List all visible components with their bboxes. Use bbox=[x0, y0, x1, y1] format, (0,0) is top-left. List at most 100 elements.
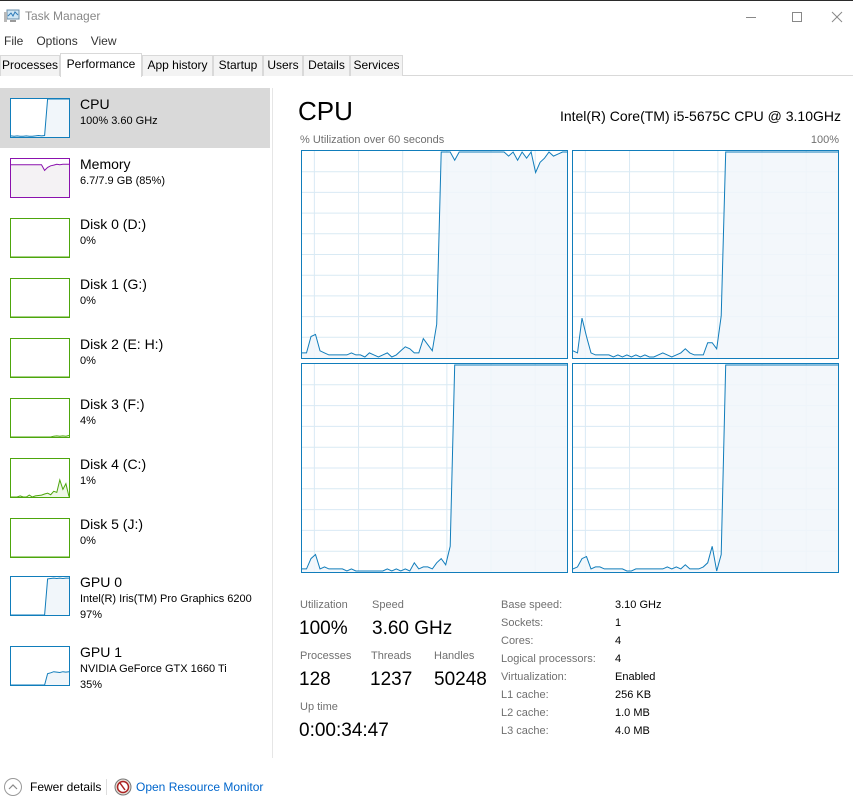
graph-max-label: 100% bbox=[810, 134, 839, 146]
tab-bar: Processes Performance App history Startu… bbox=[0, 53, 853, 77]
sidebar-item-label: GPU 0 bbox=[80, 574, 123, 590]
sidebar-item-disk-3-f[interactable]: Disk 3 (F:) 4% bbox=[0, 388, 270, 448]
disk-thumbnail-graph bbox=[10, 518, 70, 558]
sidebar-item-memory[interactable]: Memory 6.7/7.9 GB (85%) bbox=[0, 148, 270, 208]
menu-options[interactable]: Options bbox=[32, 32, 82, 50]
minimize-button[interactable] bbox=[728, 2, 774, 31]
resource-monitor-icon[interactable] bbox=[114, 778, 132, 796]
spec-value: 4 bbox=[615, 653, 622, 665]
chevron-up-icon[interactable] bbox=[4, 778, 22, 796]
spec-value: 1 bbox=[615, 617, 622, 629]
uptime-label: Up time bbox=[300, 701, 338, 713]
spec-label: Virtualization: bbox=[501, 671, 567, 683]
tab-processes[interactable]: Processes bbox=[0, 55, 60, 76]
title-bar[interactable]: Task Manager bbox=[0, 1, 853, 31]
spec-label: Sockets: bbox=[501, 617, 544, 629]
sidebar-item-gpu-0[interactable]: GPU 0 Intel(R) Iris(TM) Pro Graphics 6200… bbox=[0, 568, 270, 628]
cpu-model-name: Intel(R) Core(TM) i5-5675C CPU @ 3.10GHz bbox=[559, 108, 841, 124]
core-utilization-chart bbox=[573, 151, 838, 358]
sidebar-item-label: GPU 1 bbox=[80, 644, 123, 660]
core-utilization-chart bbox=[573, 364, 838, 572]
sidebar-item-detail: 0% bbox=[80, 535, 96, 547]
processes-value: 128 bbox=[299, 669, 331, 690]
speed-label: Speed bbox=[372, 599, 404, 611]
close-button[interactable] bbox=[820, 2, 853, 31]
fewer-details-button[interactable]: Fewer details bbox=[30, 780, 101, 794]
tab-users[interactable]: Users bbox=[263, 55, 303, 76]
sidebar-item-detail: 0% bbox=[80, 235, 96, 247]
sidebar-item-detail: NVIDIA GeForce GTX 1660 Ti bbox=[80, 663, 227, 675]
spec-value: 1.0 MB bbox=[615, 707, 650, 719]
threads-value: 1237 bbox=[370, 669, 413, 690]
sidebar-item-disk-0-d[interactable]: Disk 0 (D:) 0% bbox=[0, 208, 270, 268]
gpu-thumbnail-graph bbox=[10, 576, 70, 616]
sidebar-item-label: CPU bbox=[80, 96, 110, 112]
sidebar-item-label: Disk 0 (D:) bbox=[80, 216, 147, 232]
menu-file[interactable]: File bbox=[0, 32, 28, 50]
sidebar-item-disk-2-e-h[interactable]: Disk 2 (E: H:) 0% bbox=[0, 328, 270, 388]
sidebar-item-label: Disk 3 (F:) bbox=[80, 396, 145, 412]
utilization-value: 100% bbox=[299, 618, 348, 639]
spec-value: 256 KB bbox=[615, 689, 652, 701]
threads-label: Threads bbox=[371, 650, 412, 662]
speed-value: 3.60 GHz bbox=[372, 618, 453, 639]
gpu-thumbnail-graph bbox=[10, 646, 70, 686]
tab-services[interactable]: Services bbox=[350, 55, 403, 76]
sidebar-item-detail: 0% bbox=[80, 355, 96, 367]
cpu-thumbnail-graph bbox=[10, 98, 70, 138]
spec-label: Base speed: bbox=[501, 599, 563, 611]
disk-thumbnail-graph bbox=[10, 398, 70, 438]
sidebar-item-label: Disk 2 (E: H:) bbox=[80, 336, 164, 352]
sidebar-item-detail: 6.7/7.9 GB (85%) bbox=[80, 175, 165, 187]
uptime-value: 0:00:34:47 bbox=[299, 720, 389, 741]
spec-label: L1 cache: bbox=[501, 689, 549, 701]
handles-value: 50248 bbox=[434, 669, 487, 690]
window-title: Task Manager bbox=[25, 9, 101, 23]
disk-thumbnail-graph bbox=[10, 278, 70, 318]
spec-value: 3.10 GHz bbox=[615, 599, 662, 611]
disk-thumbnail-graph bbox=[10, 338, 70, 378]
sidebar-item-detail: 1% bbox=[80, 475, 96, 487]
core-graph-1 bbox=[572, 150, 839, 359]
spec-label: L3 cache: bbox=[501, 725, 549, 737]
sidebar-item-disk-4-c[interactable]: Disk 4 (C:) 1% bbox=[0, 448, 270, 508]
close-icon bbox=[831, 11, 842, 22]
maximize-icon bbox=[792, 11, 802, 22]
menu-view[interactable]: View bbox=[87, 32, 122, 50]
tab-startup[interactable]: Startup bbox=[213, 55, 263, 76]
disk-thumbnail-graph bbox=[10, 218, 70, 258]
sidebar-item-gpu-1[interactable]: GPU 1 NVIDIA GeForce GTX 1660 Ti 35% bbox=[0, 638, 270, 704]
core-graph-0 bbox=[301, 150, 568, 359]
spec-label: Logical processors: bbox=[501, 653, 596, 665]
spec-value: 4 bbox=[615, 635, 622, 647]
core-utilization-chart bbox=[302, 151, 567, 358]
sidebar-item-disk-1-g[interactable]: Disk 1 (G:) 0% bbox=[0, 268, 270, 328]
sidebar-item-detail: Intel(R) Iris(TM) Pro Graphics 6200 bbox=[80, 593, 252, 605]
sidebar-item-label: Disk 5 (J:) bbox=[80, 516, 143, 532]
sidebar-item-label: Memory bbox=[80, 156, 131, 172]
graph-caption: % Utilization over 60 seconds bbox=[300, 134, 445, 146]
menu-bar: File Options View bbox=[0, 32, 126, 50]
spec-label: Cores: bbox=[501, 635, 534, 647]
tab-app-history[interactable]: App history bbox=[142, 55, 213, 76]
minimize-icon bbox=[746, 16, 756, 18]
core-graph-3 bbox=[572, 363, 839, 573]
memory-thumbnail-graph bbox=[10, 158, 70, 198]
core-graph-2 bbox=[301, 363, 568, 573]
spec-value: 4.0 MB bbox=[615, 725, 650, 737]
sidebar-item-detail: 0% bbox=[80, 295, 96, 307]
tab-details[interactable]: Details bbox=[303, 55, 350, 76]
spec-value: Enabled bbox=[615, 671, 656, 683]
task-manager-icon bbox=[4, 9, 20, 23]
disk-thumbnail-graph bbox=[10, 458, 70, 498]
maximize-button[interactable] bbox=[774, 2, 820, 31]
sidebar-item-usage: 97% bbox=[80, 609, 103, 621]
sidebar-divider bbox=[272, 88, 273, 758]
sidebar-item-cpu[interactable]: CPU 100% 3.60 GHz bbox=[0, 88, 270, 148]
open-resource-monitor-link[interactable]: Open Resource Monitor bbox=[136, 780, 263, 794]
core-utilization-chart bbox=[302, 364, 567, 572]
sidebar-item-disk-5-j[interactable]: Disk 5 (J:) 0% bbox=[0, 508, 270, 568]
handles-label: Handles bbox=[434, 650, 475, 662]
tab-performance[interactable]: Performance bbox=[60, 53, 142, 77]
utilization-label: Utilization bbox=[300, 599, 348, 611]
